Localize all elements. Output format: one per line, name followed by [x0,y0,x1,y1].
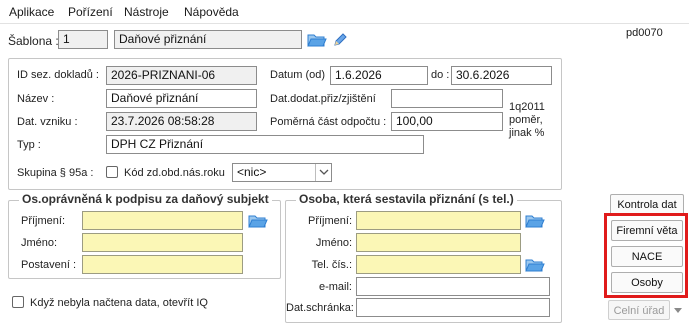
group95-label: Skupina § 95a : [17,167,94,179]
preparer-firstname-field[interactable] [356,233,521,252]
preparer-email-label: e-mail: [318,281,352,293]
created-label: Dat. vzniku : [17,116,78,128]
group95-checkbox-label: Kód zd.obd.nás.roku [124,167,225,179]
template-number-field[interactable]: 1 [58,30,108,49]
signatory-firstname-label: Jméno: [21,237,58,249]
iq-checkbox-label: Když nebyla načtena data, otevřít IQ [30,297,208,309]
date-from-label: Datum (od) [270,69,326,81]
open-folder-icon[interactable] [248,212,268,230]
document-id-label: ID sez. dokladů : [17,69,99,81]
signatory-position-field[interactable] [82,255,243,274]
menu-aplikace[interactable]: Aplikace [9,5,54,19]
chevron-down-icon[interactable] [671,300,685,320]
ratio-label: Poměrná část odpočtu : [270,116,387,128]
chevron-down-icon[interactable] [315,164,331,181]
group95-checkbox[interactable] [106,166,118,178]
preparer-phone-field[interactable] [356,255,521,274]
signatory-surname-field[interactable] [82,211,243,230]
preparer-surname-field[interactable] [356,211,521,230]
menu-porizeni[interactable]: Pořízení [68,5,113,19]
ratio-note-line3: jinak % [509,127,545,139]
delivery-date-field[interactable] [391,89,503,108]
signatory-surname-label: Příjmení: [21,215,66,227]
ratio-field[interactable]: 100,00 [391,112,503,131]
date-from-field[interactable]: 1.6.2026 [330,66,428,85]
name-label: Název : [17,93,55,105]
signatory-position-label: Postavení : [21,259,77,271]
document-id-field[interactable]: 2026-PRIZNANI-06 [106,66,257,85]
type-label: Typ : [17,139,41,151]
company-sentence-button[interactable]: Firemní věta [611,220,683,241]
ratio-note-line1: 1q2011 [509,101,545,113]
name-field[interactable]: Daňové přiznání [106,89,257,108]
menu-bar: Aplikace Pořízení Nástroje Nápověda [0,0,689,24]
form-code: pd0070 [626,27,663,39]
delivery-date-label: Dat.dodat.přiz/zjištění [270,93,376,105]
ratio-note-line2: poměr, [509,114,543,126]
date-to-field[interactable]: 30.6.2026 [451,66,552,85]
template-name-field[interactable]: Daňové přiznání [114,30,302,49]
preparer-databox-label: Dat.schránka: [286,302,354,314]
nace-button[interactable]: NACE [611,246,683,267]
preparer-firstname-label: Jméno: [315,237,352,249]
signatory-firstname-field[interactable] [82,233,243,252]
preparer-databox-field[interactable] [356,298,550,317]
customs-office-button[interactable]: Celní úřad [608,300,670,320]
menu-napoveda[interactable]: Nápověda [184,5,239,19]
open-folder-icon[interactable] [525,212,545,230]
created-field[interactable]: 23.7.2026 08:58:28 [106,112,257,131]
signatory-title: Os.oprávněná k podpisu za daňový subjekt [19,192,272,206]
iq-checkbox[interactable] [12,296,24,308]
edit-pencil-icon[interactable] [331,31,351,49]
preparer-surname-label: Příjmení: [307,215,352,227]
preparer-email-field[interactable] [356,277,550,296]
menu-nastroje[interactable]: Nástroje [124,5,169,19]
preparer-phone-label: Tel. čís.: [311,259,352,271]
open-folder-icon[interactable] [307,31,327,49]
group95-select[interactable]: <nic> [232,163,332,182]
date-to-label: do : [431,69,450,81]
preparer-title: Osoba, která sestavila přiznání (s tel.) [296,192,517,206]
open-folder-icon[interactable] [525,256,545,274]
type-field[interactable]: DPH CZ Přiznání [106,135,424,154]
template-label: Šablona : [8,34,59,48]
group95-select-value: <nic> [237,165,267,179]
persons-button[interactable]: Osoby [611,272,683,293]
